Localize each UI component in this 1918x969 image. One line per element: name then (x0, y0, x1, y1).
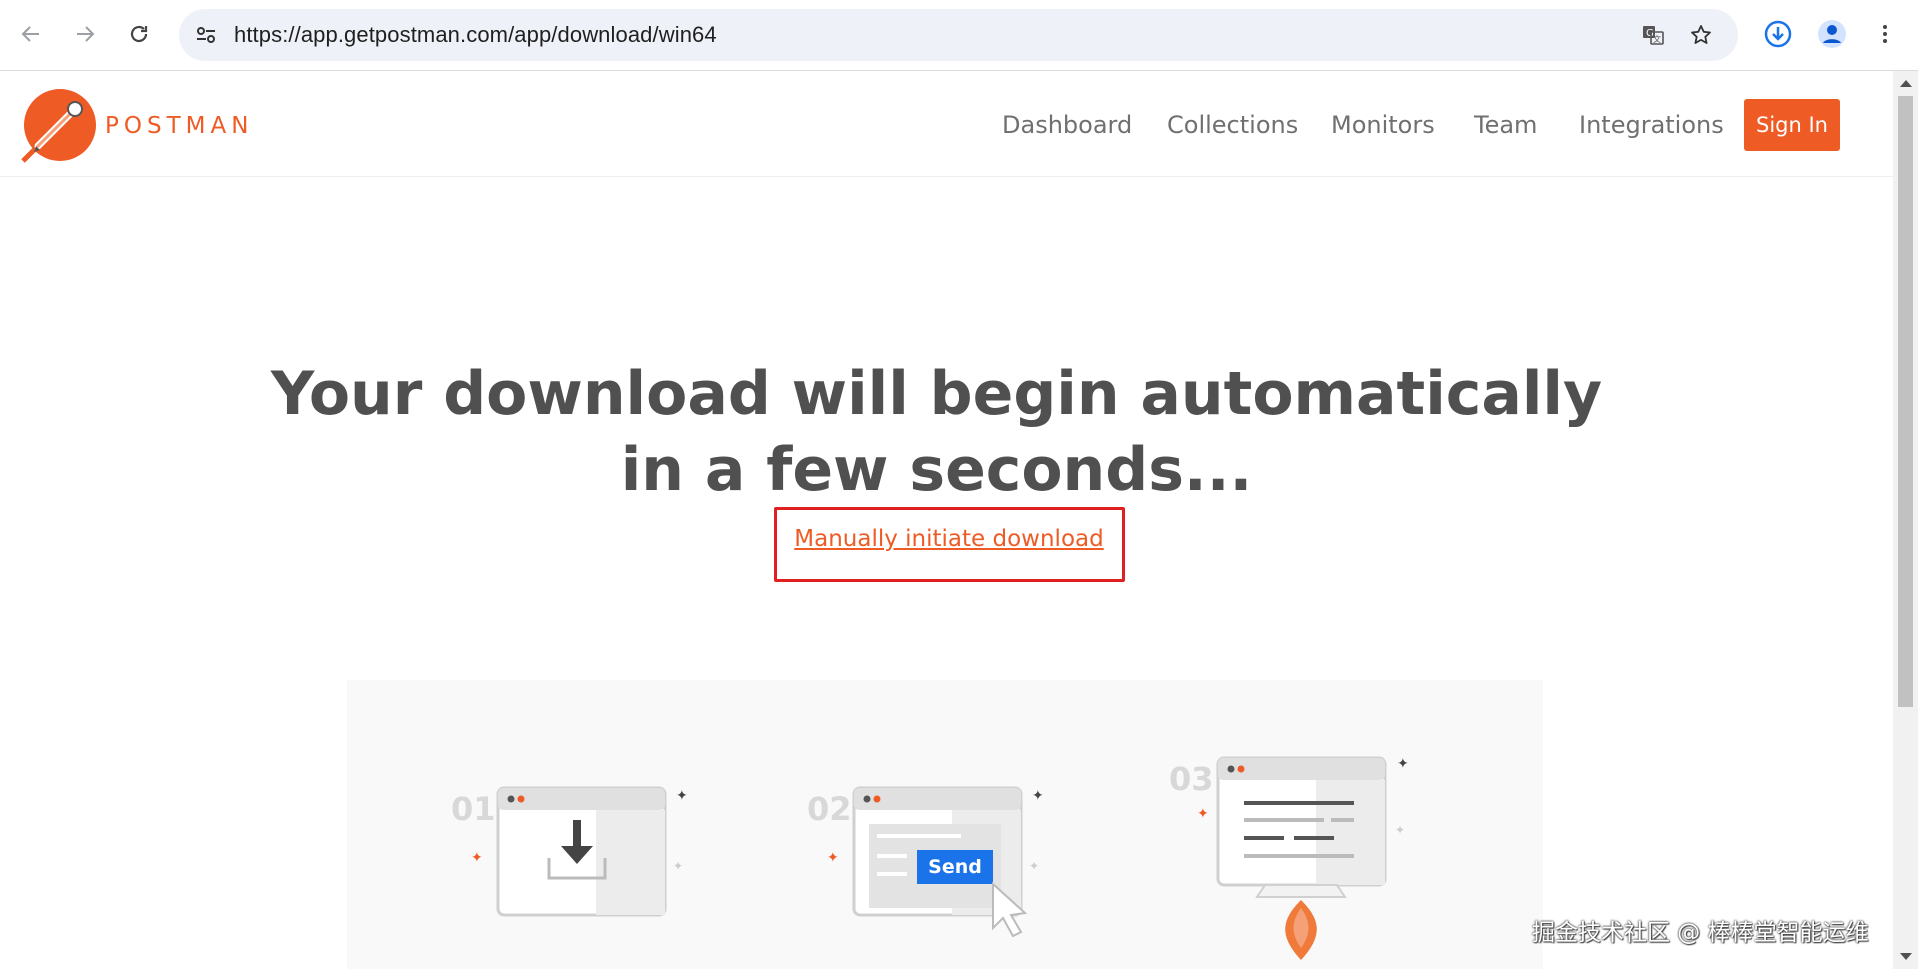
svg-text:文: 文 (1653, 34, 1661, 44)
profile-avatar-icon[interactable] (1812, 14, 1852, 54)
download-window-icon: ✦ ✦ ✦ (471, 786, 688, 917)
svg-text:✦: ✦ (676, 787, 688, 803)
postman-logo-icon[interactable] (20, 88, 96, 164)
step-number: 02 (807, 790, 852, 828)
reload-button[interactable] (119, 14, 159, 54)
forward-button[interactable] (65, 14, 105, 54)
step-02: 02 Send ✦ ✦ ✦ (807, 780, 1047, 965)
step-03: 03 ✦ ✦ ✦ (1169, 748, 1409, 969)
address-bar[interactable]: https://app.getpostman.com/app/download/… (179, 9, 1738, 61)
nav-collections[interactable]: Collections (1167, 111, 1298, 139)
translate-icon[interactable]: G文 (1641, 23, 1665, 47)
scroll-thumb[interactable] (1898, 96, 1913, 707)
site-info-icon[interactable] (194, 23, 218, 47)
svg-text:✦: ✦ (673, 859, 683, 873)
step-01: 01 ✦ ✦ ✦ (451, 780, 691, 945)
sign-in-button[interactable]: Sign In (1744, 99, 1840, 151)
send-window-icon: Send ✦ ✦ ✦ (827, 786, 1044, 938)
scroll-up-icon[interactable] (1900, 80, 1912, 87)
svg-text:✦: ✦ (1032, 787, 1044, 803)
menu-kebab-icon[interactable] (1865, 14, 1905, 54)
svg-text:✦: ✦ (1197, 805, 1209, 821)
send-button-label: Send (928, 856, 982, 878)
page-headline: Your download will begin automatically i… (200, 356, 1673, 508)
bookmark-star-icon[interactable] (1689, 23, 1713, 47)
nav-monitors[interactable]: Monitors (1331, 111, 1435, 139)
svg-text:✦: ✦ (1397, 755, 1409, 771)
manual-download-link[interactable]: Manually initiate download (773, 526, 1125, 552)
headline-line-1: Your download will begin automatically (270, 359, 1603, 429)
step-number: 03 (1169, 760, 1214, 798)
nav-dashboard[interactable]: Dashboard (1002, 111, 1132, 139)
svg-text:✦: ✦ (827, 849, 839, 865)
svg-text:✦: ✦ (1029, 859, 1039, 873)
scroll-down-icon[interactable] (1900, 953, 1912, 960)
back-arrow-icon (21, 26, 39, 42)
downloads-icon[interactable] (1758, 14, 1798, 54)
nav-integrations[interactable]: Integrations (1579, 111, 1724, 139)
url-text[interactable]: https://app.getpostman.com/app/download/… (234, 22, 717, 48)
back-button[interactable] (11, 14, 51, 54)
reload-icon (130, 25, 148, 43)
forward-arrow-icon (77, 26, 95, 42)
step-number: 01 (451, 790, 496, 828)
svg-text:✦: ✦ (471, 849, 483, 865)
web-page: POSTMAN Dashboard Collections Monitors T… (0, 71, 1893, 969)
watermark-text: 掘金技术社区 @ 棒棒堂智能运维 (1532, 920, 1869, 946)
vertical-scrollbar[interactable] (1893, 71, 1918, 969)
browser-toolbar: https://app.getpostman.com/app/download/… (0, 0, 1918, 71)
svg-text:✦: ✦ (1395, 823, 1405, 837)
headline-line-2: in a few seconds... (620, 435, 1253, 505)
nav-team[interactable]: Team (1474, 111, 1537, 139)
launch-monitor-icon: ✦ ✦ ✦ (1197, 755, 1409, 960)
install-steps-panel: 01 ✦ ✦ ✦ 02 Send ✦ ✦ ✦ 03 ✦ ✦ ✦ (347, 680, 1543, 969)
site-header: POSTMAN Dashboard Collections Monitors T… (0, 71, 1893, 177)
logo-text[interactable]: POSTMAN (105, 113, 253, 139)
